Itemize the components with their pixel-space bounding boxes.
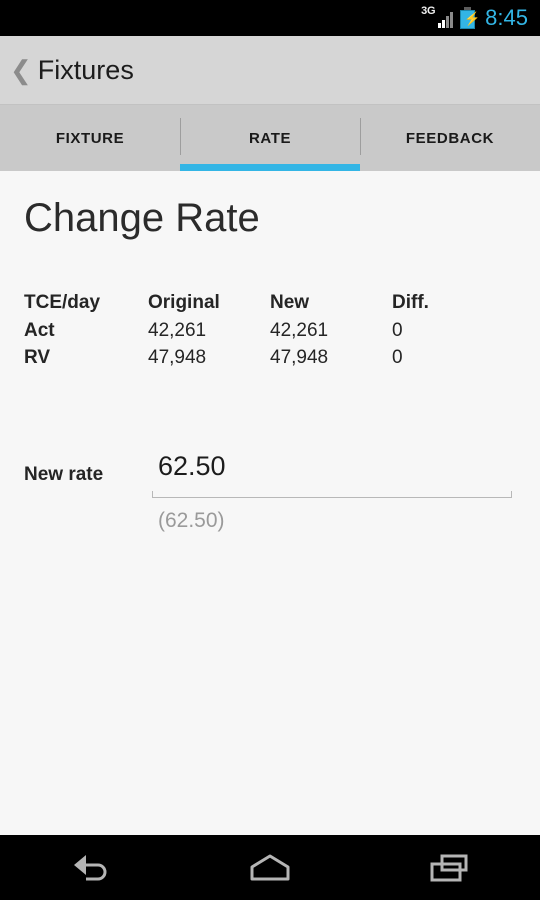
cell-rv-diff: 0 — [392, 347, 403, 368]
nav-back-button[interactable] — [0, 835, 180, 900]
tab-divider — [360, 118, 361, 155]
battery-charging-icon: ⚡ — [460, 7, 480, 29]
header-cell-metric: TCE/day — [24, 292, 101, 313]
status-bar-clock: 8:45 — [485, 5, 528, 30]
section-heading: Change Rate — [24, 196, 260, 240]
status-bar-icons: 3G ⚡ 8:45 — [421, 6, 528, 30]
signal-strength-bars — [438, 11, 454, 28]
new-rate-label: New rate — [24, 464, 104, 485]
cell-act-new: 42,261 — [270, 320, 329, 341]
rate-comparison-table: TCE/day Original New Diff. Act 42,261 42… — [24, 290, 492, 372]
new-rate-field-row: New rate — [0, 446, 540, 506]
new-rate-input[interactable] — [152, 446, 512, 486]
tab-bar: FIXTURE RATE FEEDBACK — [0, 105, 540, 171]
new-rate-hint: (62.50) — [158, 509, 225, 532]
table-row: Act 42,261 42,261 0 — [24, 318, 492, 345]
row-label-rv: RV — [24, 347, 51, 368]
tab-rate-label: RATE — [248, 129, 292, 147]
nav-recents-button[interactable] — [360, 835, 540, 900]
page-title[interactable]: Fixtures — [38, 55, 134, 85]
new-rate-input-wrapper[interactable] — [152, 446, 512, 498]
cell-rv-original: 47,948 — [148, 347, 207, 368]
cell-act-original: 42,261 — [148, 320, 207, 341]
back-chevron-icon[interactable]: ❮ — [8, 57, 38, 83]
tab-fixture-label: FIXTURE — [55, 129, 125, 147]
cell-rv-new: 47,948 — [270, 347, 329, 368]
action-bar: ❮ Fixtures — [0, 36, 540, 105]
system-navigation-bar — [0, 835, 540, 900]
network-type-label: 3G — [421, 5, 436, 17]
tab-feedback-label: FEEDBACK — [405, 129, 495, 147]
input-underline — [152, 491, 512, 498]
tab-fixture[interactable]: FIXTURE — [0, 105, 180, 171]
cell-act-diff: 0 — [392, 320, 403, 341]
tab-rate[interactable]: RATE — [180, 105, 360, 171]
header-cell-diff: Diff. — [392, 292, 429, 313]
table-header-row: TCE/day Original New Diff. — [24, 290, 492, 318]
content-area: Change Rate TCE/day Original New Diff. A… — [0, 171, 540, 835]
status-bar: 3G ⚡ 8:45 — [0, 0, 540, 36]
tab-feedback[interactable]: FEEDBACK — [360, 105, 540, 171]
lightning-bolt-icon: ⚡ — [464, 12, 480, 25]
tab-divider — [180, 118, 181, 155]
home-icon — [250, 854, 290, 880]
phone-screen: 3G ⚡ 8:45 ❮ Fixtures FIXTURE RATE — [0, 0, 540, 900]
row-label-act: Act — [24, 320, 55, 341]
recent-apps-icon — [430, 854, 468, 881]
table-row: RV 47,948 47,948 0 — [24, 345, 492, 372]
header-cell-original: Original — [148, 292, 220, 313]
back-arrow-icon — [74, 854, 107, 880]
signal-bars-icon: 3G — [421, 5, 454, 30]
header-cell-new: New — [270, 292, 310, 313]
nav-home-button[interactable] — [180, 835, 360, 900]
